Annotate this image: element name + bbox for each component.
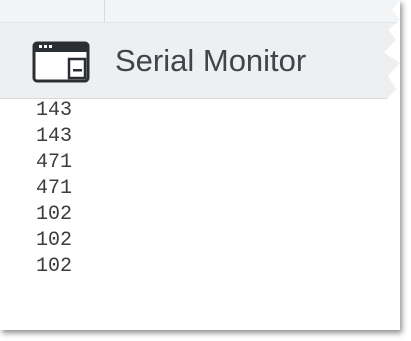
output-line: 143	[36, 125, 73, 148]
torn-paper: Serial Monitor 143 143 471 471 102 102 1…	[0, 0, 400, 330]
output-line: 102	[36, 229, 73, 252]
serial-output[interactable]: 143 143 471 471 102 102 102	[0, 99, 400, 330]
output-line: 102	[36, 203, 73, 226]
output-line: 471	[36, 177, 73, 200]
tab-edge	[0, 0, 105, 22]
output-line: 143	[36, 99, 73, 122]
serial-monitor-panel: Serial Monitor 143 143 471 471 102 102 1…	[0, 0, 400, 330]
output-line: 471	[36, 151, 73, 174]
screenshot-frame: Serial Monitor 143 143 471 471 102 102 1…	[0, 0, 411, 341]
panel-title: Serial Monitor	[115, 43, 307, 78]
panel-header: Serial Monitor	[0, 23, 400, 99]
serial-monitor-icon[interactable]	[32, 41, 90, 83]
output-line: 102	[36, 255, 73, 278]
top-tab-strip	[0, 0, 400, 23]
